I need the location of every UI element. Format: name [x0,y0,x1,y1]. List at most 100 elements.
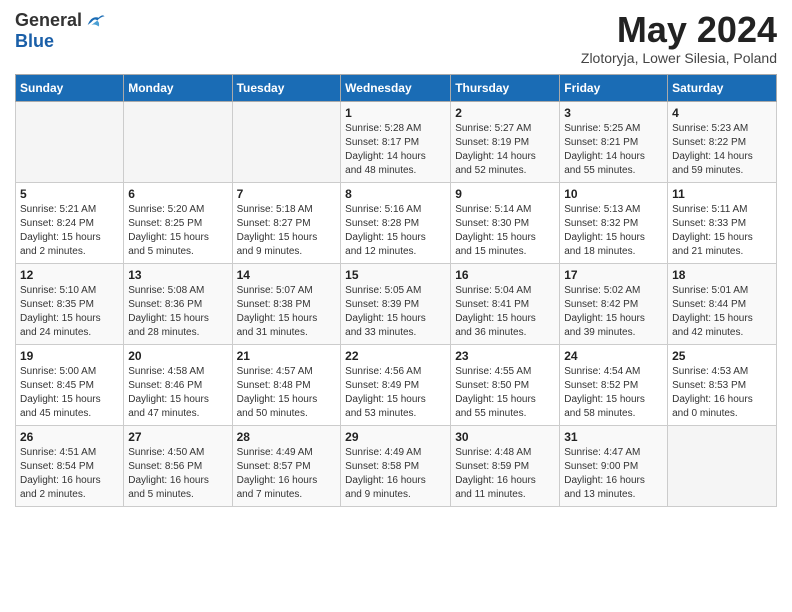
weekday-header-friday: Friday [560,74,668,101]
calendar-cell: 24Sunrise: 4:54 AM Sunset: 8:52 PM Dayli… [560,344,668,425]
day-info: Sunrise: 4:48 AM Sunset: 8:59 PM Dayligh… [455,446,555,502]
day-number: 7 [237,187,337,201]
calendar-cell [16,101,124,182]
day-number: 14 [237,268,337,282]
day-info: Sunrise: 5:18 AM Sunset: 8:27 PM Dayligh… [237,203,337,259]
day-number: 18 [672,268,772,282]
calendar-cell: 8 Sunrise: 5:16 AM Sunset: 8:28 PM Daylig… [341,182,451,263]
day-info: Sunrise: 4:57 AM Sunset: 8:48 PM Dayligh… [237,365,337,421]
day-number: 31 [564,430,663,444]
calendar-cell: 15 Sunrise: 5:05 AM Sunset: 8:39 PM Dayli… [341,263,451,344]
calendar-cell: 6Sunrise: 5:20 AM Sunset: 8:25 PM Daylig… [124,182,232,263]
calendar-cell: 13 Sunrise: 5:08 AM Sunset: 8:36 PM Dayli… [124,263,232,344]
day-number: 8 [345,187,446,201]
calendar-cell: 16 Sunrise: 5:04 AM Sunset: 8:41 PM Dayli… [451,263,560,344]
day-number: 29 [345,430,446,444]
day-info: Sunrise: 4:55 AM Sunset: 8:50 PM Dayligh… [455,365,555,421]
day-info: Sunrise: 5:20 AM Sunset: 8:25 PM Dayligh… [128,203,227,259]
day-number: 20 [128,349,227,363]
weekday-header-thursday: Thursday [451,74,560,101]
day-info: Sunrise: 4:47 AM Sunset: 9:00 PM Dayligh… [564,446,663,502]
day-info: Sunrise: 5:25 AM Sunset: 8:21 PM Dayligh… [564,122,663,178]
calendar-cell [232,101,341,182]
day-info: Sunrise: 5:04 AM Sunset: 8:41 PM Dayligh… [455,284,555,340]
calendar-week-row: 5Sunrise: 5:21 AM Sunset: 8:24 PM Daylig… [16,182,777,263]
day-number: 25 [672,349,772,363]
day-number: 15 [345,268,446,282]
day-info: Sunrise: 5:01 AM Sunset: 8:44 PM Dayligh… [672,284,772,340]
day-info: Sunrise: 4:49 AM Sunset: 8:57 PM Dayligh… [237,446,337,502]
calendar-cell: 19 Sunrise: 5:00 AM Sunset: 8:45 PM Dayli… [16,344,124,425]
day-number: 2 [455,106,555,120]
logo-general-text: General [15,11,82,31]
day-number: 12 [20,268,119,282]
calendar-cell: 2 Sunrise: 5:27 AM Sunset: 8:19 PM Daylig… [451,101,560,182]
calendar-cell: 5Sunrise: 5:21 AM Sunset: 8:24 PM Daylig… [16,182,124,263]
day-number: 21 [237,349,337,363]
weekday-header-tuesday: Tuesday [232,74,341,101]
day-number: 11 [672,187,772,201]
calendar-cell: 30 Sunrise: 4:48 AM Sunset: 8:59 PM Dayli… [451,425,560,506]
calendar-cell: 28 Sunrise: 4:49 AM Sunset: 8:57 PM Dayli… [232,425,341,506]
calendar-week-row: 12Sunrise: 5:10 AM Sunset: 8:35 PM Dayli… [16,263,777,344]
calendar-cell: 31 Sunrise: 4:47 AM Sunset: 9:00 PM Dayli… [560,425,668,506]
calendar-cell: 22Sunrise: 4:56 AM Sunset: 8:49 PM Dayli… [341,344,451,425]
day-info: Sunrise: 5:16 AM Sunset: 8:28 PM Dayligh… [345,203,446,259]
day-number: 28 [237,430,337,444]
calendar-week-row: 19 Sunrise: 5:00 AM Sunset: 8:45 PM Dayli… [16,344,777,425]
day-number: 3 [564,106,663,120]
page-header: General Blue May 2024 Zlotoryja, Lower S… [15,10,777,66]
day-number: 9 [455,187,555,201]
calendar-cell: 7 Sunrise: 5:18 AM Sunset: 8:27 PM Daylig… [232,182,341,263]
day-info: Sunrise: 5:05 AM Sunset: 8:39 PM Dayligh… [345,284,446,340]
month-year-title: May 2024 [581,10,777,50]
weekday-header-monday: Monday [124,74,232,101]
day-info: Sunrise: 4:49 AM Sunset: 8:58 PM Dayligh… [345,446,446,502]
calendar-week-row: 26 Sunrise: 4:51 AM Sunset: 8:54 PM Dayli… [16,425,777,506]
weekday-header-sunday: Sunday [16,74,124,101]
day-info: Sunrise: 4:51 AM Sunset: 8:54 PM Dayligh… [20,446,119,502]
weekday-header-wednesday: Wednesday [341,74,451,101]
calendar-cell [668,425,777,506]
calendar-cell: 1 Sunrise: 5:28 AM Sunset: 8:17 PM Daylig… [341,101,451,182]
day-number: 5 [20,187,119,201]
calendar-cell: 4Sunrise: 5:23 AM Sunset: 8:22 PM Daylig… [668,101,777,182]
day-info: Sunrise: 5:23 AM Sunset: 8:22 PM Dayligh… [672,122,772,178]
calendar-cell: 21 Sunrise: 4:57 AM Sunset: 8:48 PM Dayli… [232,344,341,425]
calendar-cell: 9Sunrise: 5:14 AM Sunset: 8:30 PM Daylig… [451,182,560,263]
day-info: Sunrise: 5:28 AM Sunset: 8:17 PM Dayligh… [345,122,446,178]
day-info: Sunrise: 5:13 AM Sunset: 8:32 PM Dayligh… [564,203,663,259]
day-number: 16 [455,268,555,282]
logo-bird-icon [84,10,106,32]
calendar-cell: 25 Sunrise: 4:53 AM Sunset: 8:53 PM Dayli… [668,344,777,425]
day-number: 30 [455,430,555,444]
calendar-cell: 20Sunrise: 4:58 AM Sunset: 8:46 PM Dayli… [124,344,232,425]
calendar-table: SundayMondayTuesdayWednesdayThursdayFrid… [15,74,777,507]
logo: General Blue [15,10,106,52]
day-info: Sunrise: 4:53 AM Sunset: 8:53 PM Dayligh… [672,365,772,421]
day-number: 13 [128,268,227,282]
day-number: 10 [564,187,663,201]
calendar-cell: 27 Sunrise: 4:50 AM Sunset: 8:56 PM Dayli… [124,425,232,506]
day-info: Sunrise: 5:11 AM Sunset: 8:33 PM Dayligh… [672,203,772,259]
calendar-cell: 12Sunrise: 5:10 AM Sunset: 8:35 PM Dayli… [16,263,124,344]
calendar-cell: 17Sunrise: 5:02 AM Sunset: 8:42 PM Dayli… [560,263,668,344]
calendar-cell: 23 Sunrise: 4:55 AM Sunset: 8:50 PM Dayli… [451,344,560,425]
calendar-cell: 29 Sunrise: 4:49 AM Sunset: 8:58 PM Dayli… [341,425,451,506]
day-number: 19 [20,349,119,363]
day-info: Sunrise: 4:50 AM Sunset: 8:56 PM Dayligh… [128,446,227,502]
day-info: Sunrise: 5:00 AM Sunset: 8:45 PM Dayligh… [20,365,119,421]
day-info: Sunrise: 4:54 AM Sunset: 8:52 PM Dayligh… [564,365,663,421]
day-number: 26 [20,430,119,444]
day-info: Sunrise: 5:27 AM Sunset: 8:19 PM Dayligh… [455,122,555,178]
calendar-week-row: 1 Sunrise: 5:28 AM Sunset: 8:17 PM Daylig… [16,101,777,182]
calendar-cell: 11 Sunrise: 5:11 AM Sunset: 8:33 PM Dayli… [668,182,777,263]
day-number: 27 [128,430,227,444]
day-number: 1 [345,106,446,120]
calendar-cell: 10 Sunrise: 5:13 AM Sunset: 8:32 PM Dayli… [560,182,668,263]
title-block: May 2024 Zlotoryja, Lower Silesia, Polan… [581,10,777,66]
day-number: 23 [455,349,555,363]
calendar-cell: 3 Sunrise: 5:25 AM Sunset: 8:21 PM Daylig… [560,101,668,182]
day-number: 17 [564,268,663,282]
day-info: Sunrise: 5:08 AM Sunset: 8:36 PM Dayligh… [128,284,227,340]
